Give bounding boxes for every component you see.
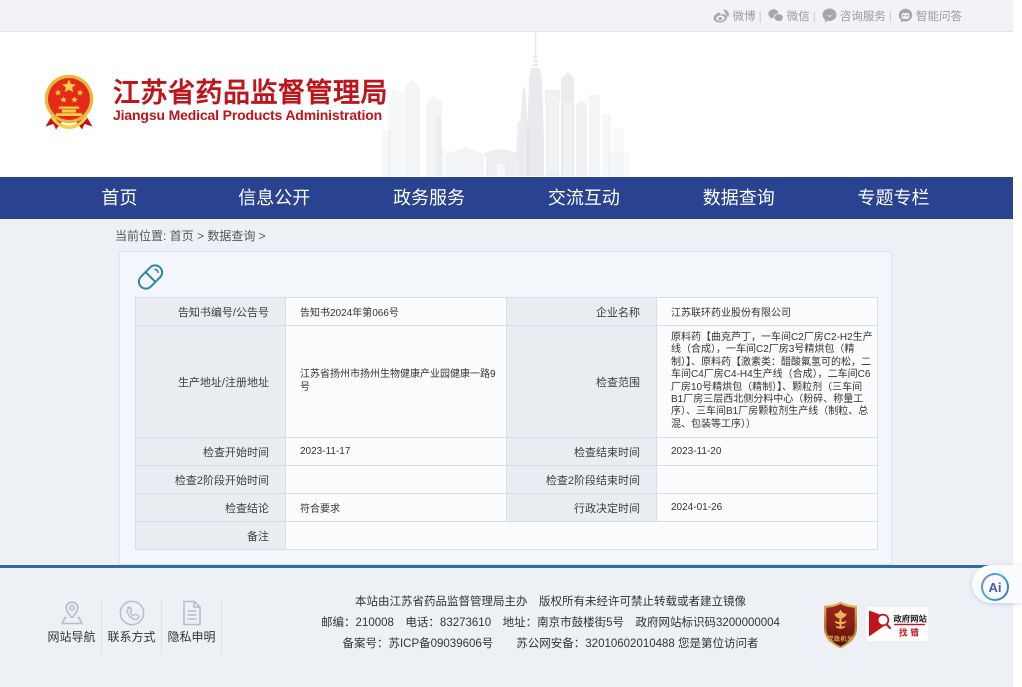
svg-text:政府网站: 政府网站 — [894, 614, 928, 624]
svg-text:党政机关: 党政机关 — [827, 635, 853, 643]
svg-text:找错: 找错 — [899, 628, 922, 638]
